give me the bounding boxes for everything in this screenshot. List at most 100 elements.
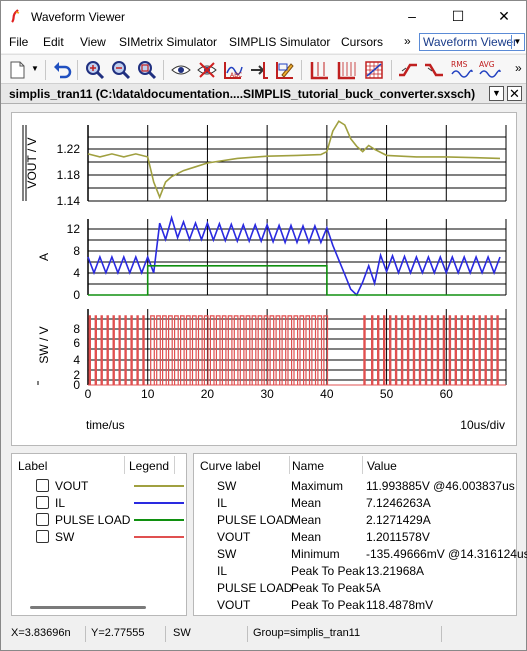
sw-pulse xyxy=(496,315,499,385)
toolbar-separator xyxy=(77,60,78,80)
menu-edit[interactable]: Edit xyxy=(43,35,64,49)
measurement-name: Mean xyxy=(291,513,322,527)
sw-pulse xyxy=(394,315,398,385)
pulse-load-trace[interactable] xyxy=(88,265,500,296)
rise-icon[interactable] xyxy=(397,59,419,81)
sw-pulse xyxy=(112,315,115,385)
menu-cursors[interactable]: Cursors xyxy=(341,35,383,49)
fall-icon[interactable] xyxy=(423,59,445,81)
sw-pulse xyxy=(168,315,173,385)
measurement-name: Peak To Peak xyxy=(291,564,365,578)
menu-simplis-simulator[interactable]: SIMPLIS Simulator xyxy=(229,35,330,49)
move-curve-icon[interactable] xyxy=(248,59,270,81)
zoom-out-icon[interactable] xyxy=(110,59,132,81)
status-divider xyxy=(165,626,166,642)
window-selector-dropdown[interactable]: Waveform Viewer ▼ xyxy=(419,33,525,51)
measurement-row[interactable]: IL Mean 7.1246263A xyxy=(194,495,518,512)
toolbar-separator xyxy=(301,60,302,80)
measurement-row[interactable]: SW Minimum -135.49666mV @14.316124us xyxy=(194,546,527,563)
legend-label-header[interactable]: Label xyxy=(18,459,47,473)
grid-fine-icon[interactable] xyxy=(336,59,358,81)
legend-visibility-checkbox[interactable] xyxy=(36,479,49,492)
sw-pulse xyxy=(245,315,251,385)
column-divider[interactable] xyxy=(362,456,363,474)
document-close-icon[interactable]: ✕ xyxy=(507,86,522,101)
grid-dense-icon[interactable] xyxy=(363,59,385,81)
column-divider[interactable] xyxy=(289,456,290,474)
sw-pulse xyxy=(227,315,233,385)
sw-pulse xyxy=(257,315,263,385)
rms-label: RMS xyxy=(451,60,468,69)
add-curve-icon[interactable]: ABC xyxy=(222,59,244,81)
value-header[interactable]: Value xyxy=(367,459,397,473)
legend-line-swatch xyxy=(134,519,184,521)
sw-pulse xyxy=(281,315,287,385)
status-y-coordinate: Y=2.77555 xyxy=(91,627,145,639)
new-dropdown-arrow-icon[interactable]: ▼ xyxy=(31,64,39,73)
y-tick-label: 4 xyxy=(73,266,80,280)
legend-item[interactable]: IL xyxy=(12,495,188,512)
status-group: Group=simplis_tran11 xyxy=(253,627,361,639)
toolbar-overflow-chevron[interactable]: » xyxy=(515,61,522,75)
sw-pulse xyxy=(448,315,452,385)
hide-icon[interactable] xyxy=(196,59,218,81)
y-tick-label: 1.22 xyxy=(57,142,81,156)
measurement-row[interactable]: VOUT Mean 1.2011578V xyxy=(194,529,518,546)
measurement-row[interactable]: PULSE LOAD Mean 2.1271429A xyxy=(194,512,518,529)
y-tick-label: 8 xyxy=(73,244,80,258)
menu-simetrix-simulator[interactable]: SIMetrix Simulator xyxy=(119,35,217,49)
document-title: simplis_tran11 (C:\data\documentation...… xyxy=(9,87,476,101)
sw-pulse xyxy=(363,315,366,385)
grid-icon[interactable] xyxy=(309,59,331,81)
legend-visibility-checkbox[interactable] xyxy=(36,496,49,509)
legend-legend-header[interactable]: Legend xyxy=(129,459,169,473)
measurement-row[interactable]: PULSE LOAD Peak To Peak 5A xyxy=(194,580,518,597)
menu-bar: File Edit View SIMetrix Simulator SIMPLI… xyxy=(1,31,526,53)
column-divider[interactable] xyxy=(174,456,175,474)
plot-area[interactable]: 1.22 1.18 1.14 VOUT / V 12 8 4 0 A 8 6 4 2 0 SW / V 0 10… xyxy=(11,112,517,446)
measurement-row[interactable]: SW Maximum 11.993885V @46.003837us xyxy=(194,478,518,495)
measurement-value: 1.2011578V xyxy=(366,530,430,544)
waveform-plot[interactable]: 1.221.181.14VOUT / V12840A86420SW / V0 10… xyxy=(12,113,518,447)
zoom-fit-icon[interactable] xyxy=(136,59,158,81)
new-icon[interactable] xyxy=(7,59,29,81)
undo-icon[interactable] xyxy=(51,59,73,81)
x-tick-label: 20 xyxy=(201,387,215,401)
menu-view[interactable]: View xyxy=(80,35,106,49)
rms-icon[interactable]: RMS xyxy=(451,59,473,81)
horizontal-scrollbar[interactable] xyxy=(30,606,146,609)
show-icon[interactable] xyxy=(170,59,192,81)
menu-overflow-chevron[interactable]: » xyxy=(404,34,411,48)
measurement-row[interactable]: IL Peak To Peak 13.21968A xyxy=(194,563,518,580)
close-button[interactable]: ✕ xyxy=(481,1,527,31)
legend-item-label: PULSE LOAD xyxy=(55,513,131,527)
measurements-panel: Curve label Name Value SW Maximum 11.99388… xyxy=(193,453,527,616)
document-list-dropdown-icon[interactable]: ▼ xyxy=(489,86,504,101)
measurement-value: 7.1246263A xyxy=(366,496,431,510)
sw-pulse xyxy=(484,315,487,385)
y-tick-label: 6 xyxy=(73,336,80,350)
x-tick-label: 40 xyxy=(320,387,334,401)
x-tick-label: 10 xyxy=(141,387,155,401)
column-divider[interactable] xyxy=(124,456,125,474)
maximize-button[interactable]: ☐ xyxy=(435,1,481,31)
legend-item[interactable]: VOUT xyxy=(12,478,188,495)
vout-trace[interactable] xyxy=(87,120,501,200)
document-tab[interactable]: simplis_tran11 (C:\data\documentation...… xyxy=(1,84,526,104)
measurement-row[interactable]: VOUT Peak To Peak 118.4878mV xyxy=(194,597,518,614)
sw-pulse xyxy=(142,315,145,385)
legend-item[interactable]: PULSE LOAD xyxy=(12,512,188,529)
measurement-value: -135.49666mV @14.316124us xyxy=(366,547,527,561)
minimize-button[interactable]: – xyxy=(389,1,435,31)
sw-pulse xyxy=(221,315,227,385)
name-header[interactable]: Name xyxy=(292,459,324,473)
curve-label-header[interactable]: Curve label xyxy=(200,459,261,473)
legend-visibility-checkbox[interactable] xyxy=(36,513,49,526)
menu-file[interactable]: File xyxy=(9,35,28,49)
avg-icon[interactable]: AVG xyxy=(479,59,501,81)
status-x-coordinate: X=3.83696n xyxy=(11,627,71,639)
zoom-in-icon[interactable] xyxy=(84,59,106,81)
legend-item[interactable]: SW xyxy=(12,529,188,546)
edit-curve-icon[interactable] xyxy=(274,59,296,81)
legend-visibility-checkbox[interactable] xyxy=(36,530,49,543)
